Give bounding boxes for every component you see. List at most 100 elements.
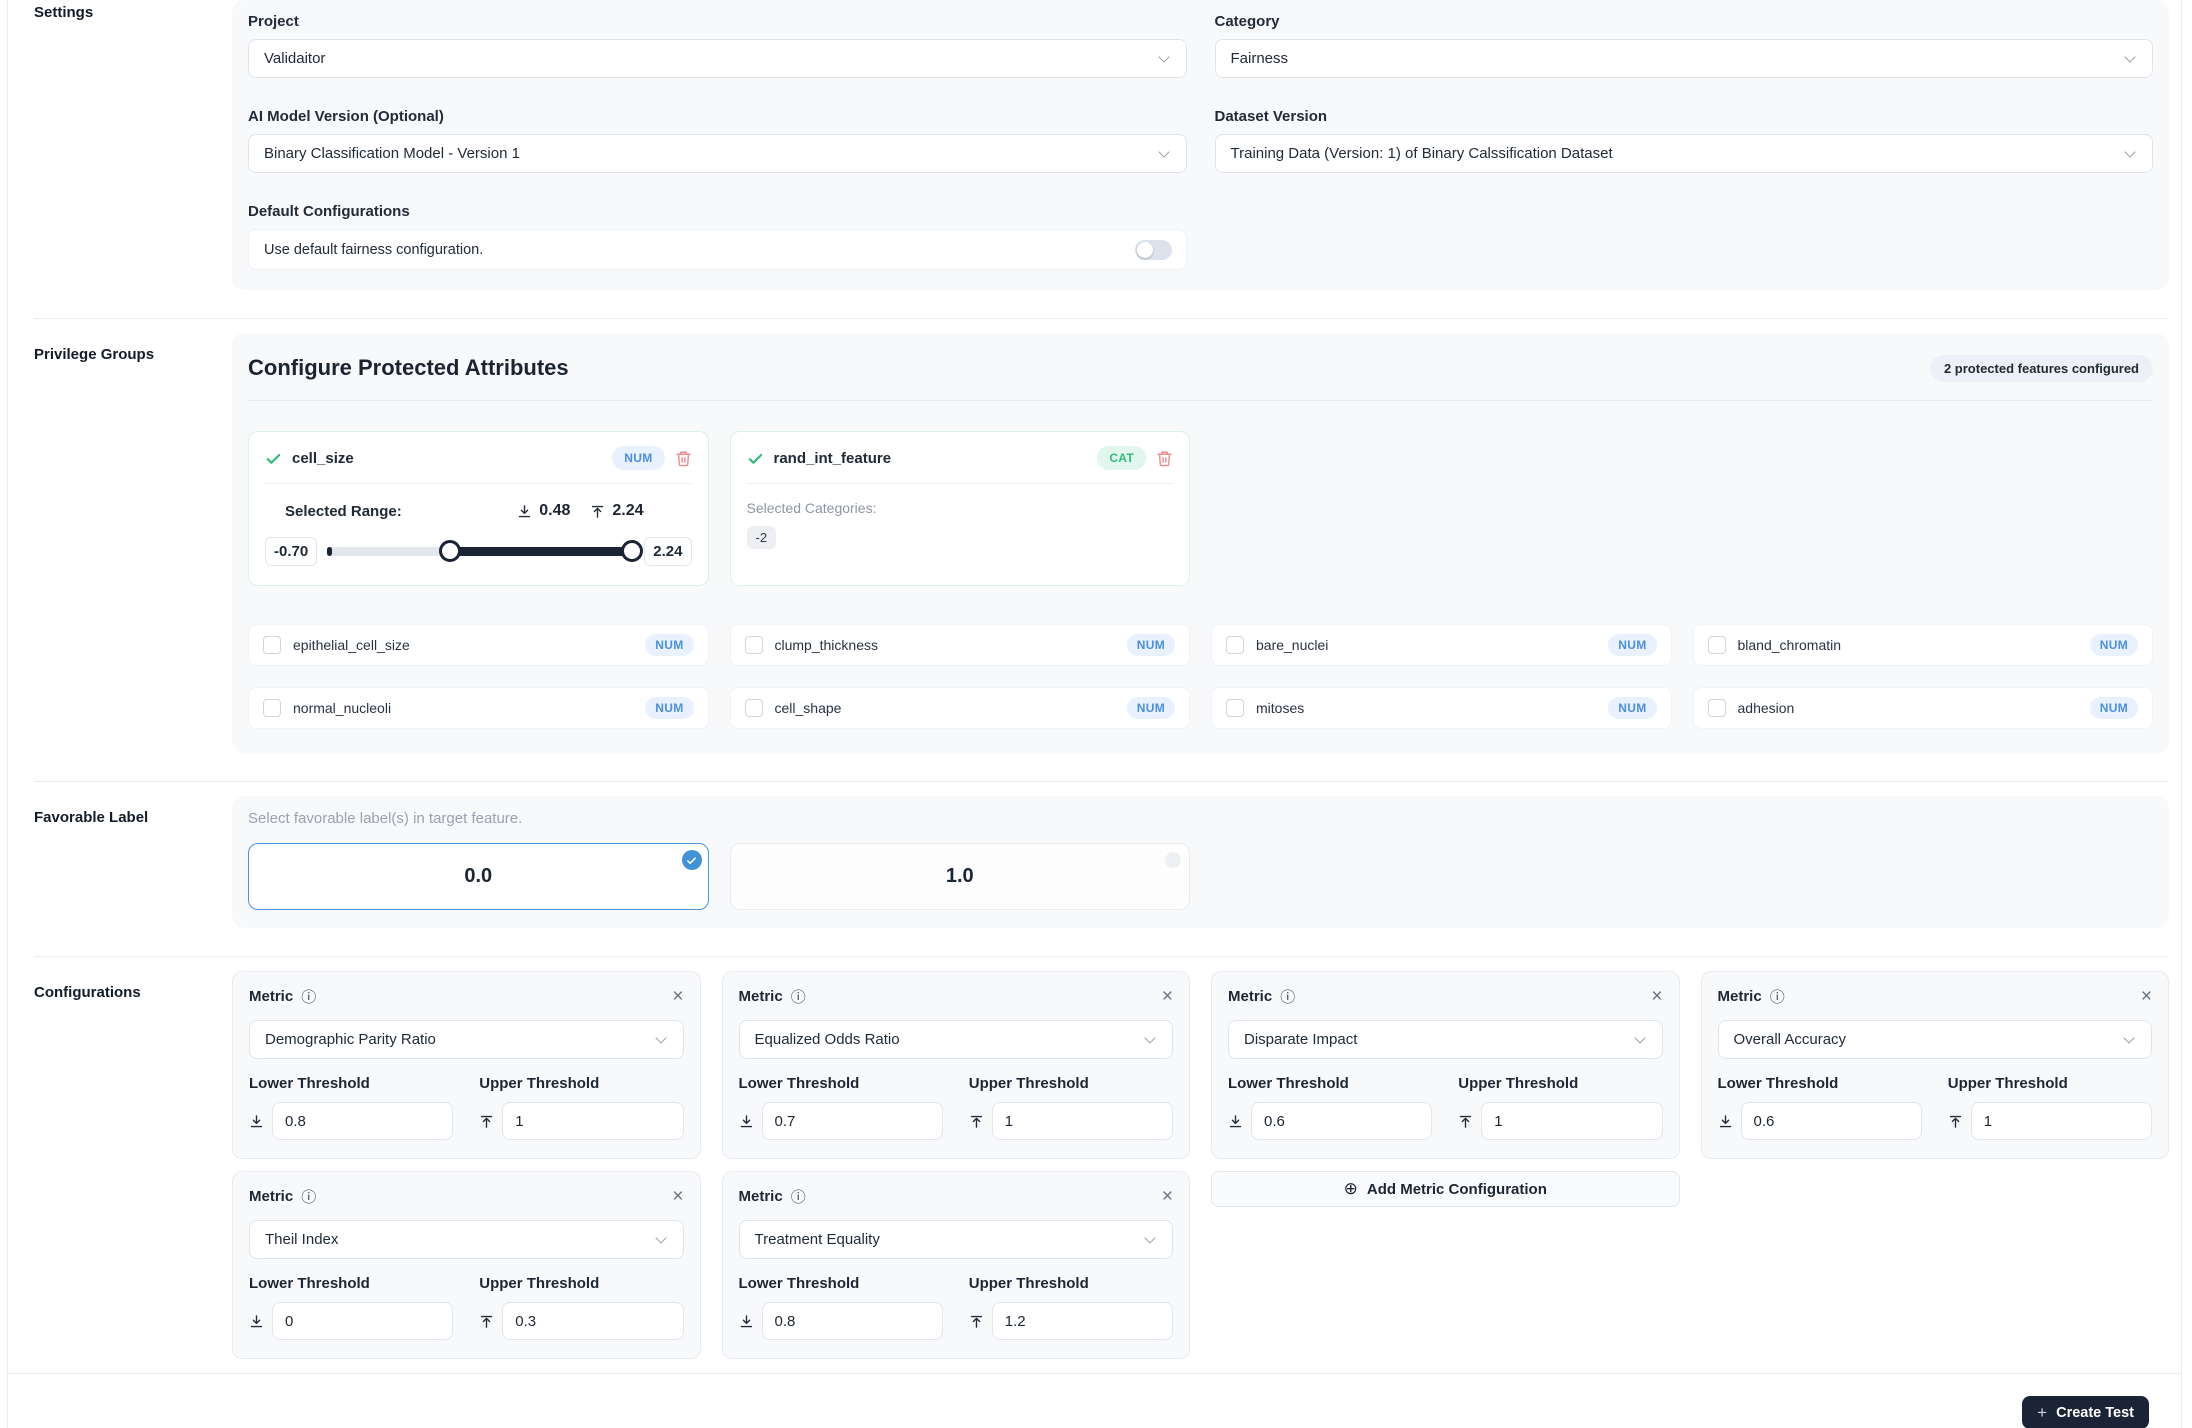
section-divider	[34, 956, 2169, 957]
default-config-toggle[interactable]	[1134, 239, 1172, 260]
upper-threshold-input[interactable]	[1970, 1102, 2152, 1140]
plus-circle-icon: ⊕	[1343, 1179, 1358, 1198]
section-label-favorable-label: Favorable Label	[34, 809, 149, 826]
lower-threshold-label: Lower Threshold	[1717, 1075, 1839, 1092]
remove-metric-button[interactable]: ×	[1651, 987, 1662, 1006]
type-badge-num: NUM	[2089, 697, 2138, 719]
type-badge-num: NUM	[1608, 697, 1657, 719]
metric-select[interactable]: Disparate Impact	[1228, 1020, 1663, 1059]
upper-threshold-input[interactable]	[991, 1302, 1173, 1340]
section-divider	[34, 781, 2169, 782]
upper-threshold-input[interactable]	[991, 1102, 1173, 1140]
section-privilege-groups: Privilege Groups Configure Protected Att…	[8, 333, 2181, 753]
section-divider	[34, 318, 2169, 319]
slider-handle-high[interactable]	[621, 540, 644, 562]
lower-threshold-input[interactable]	[272, 1302, 454, 1340]
checkbox[interactable]	[1707, 636, 1726, 654]
info-icon[interactable]: ⓘ	[791, 1186, 806, 1207]
feature-option-clump-thickness[interactable]: clump_thickness NUM	[729, 624, 1190, 666]
configurations-area: Metric ⓘ × Demographic Parity Ratio Lowe…	[232, 971, 2169, 1359]
plus-icon: +	[2037, 1402, 2048, 1422]
type-badge-num: NUM	[1126, 634, 1175, 656]
metric-card-theil-index: Metric ⓘ × Theil Index Lower Threshold U…	[232, 1171, 701, 1359]
feature-option-bare-nuclei[interactable]: bare_nuclei NUM	[1211, 624, 1672, 666]
info-icon[interactable]: ⓘ	[1770, 986, 1785, 1007]
checkbox[interactable]	[263, 636, 281, 654]
arrow-up-to-line-icon	[592, 505, 604, 518]
favorable-option-0[interactable]: 0.0	[248, 843, 709, 910]
type-badge-cat: CAT	[1097, 446, 1146, 470]
lower-threshold-input[interactable]	[1740, 1102, 1922, 1140]
range-slider[interactable]	[327, 540, 644, 562]
feature-option-normal-nucleoli[interactable]: normal_nucleoli NUM	[248, 687, 709, 729]
upper-threshold-input[interactable]	[1481, 1102, 1663, 1140]
feature-option-adhesion[interactable]: adhesion NUM	[1692, 687, 2153, 729]
category-select-value: Fairness	[1230, 50, 1289, 67]
lower-threshold-label: Lower Threshold	[1228, 1075, 1349, 1092]
add-metric-configuration-button[interactable]: ⊕ Add Metric Configuration	[1211, 1171, 1680, 1207]
upper-threshold-input[interactable]	[502, 1302, 684, 1340]
settings-panel: Project Validaitor Category Fairness AI …	[232, 0, 2169, 290]
checkbox[interactable]	[1226, 699, 1244, 717]
remove-metric-button[interactable]: ×	[1162, 1187, 1173, 1206]
remove-metric-button[interactable]: ×	[672, 1187, 683, 1206]
heading-rule	[248, 400, 2153, 401]
metric-select[interactable]: Treatment Equality	[738, 1220, 1173, 1259]
lower-threshold-label: Lower Threshold	[249, 1275, 370, 1292]
delete-attribute-button[interactable]	[1156, 450, 1173, 467]
feature-option-bland-chromatin[interactable]: bland_chromatin NUM	[1692, 624, 2153, 666]
checkbox[interactable]	[1226, 636, 1244, 654]
default-config-field: Default Configurations Use default fairn…	[248, 203, 1187, 270]
project-select[interactable]: Validaitor	[248, 39, 1187, 78]
metric-select[interactable]: Demographic Parity Ratio	[249, 1020, 684, 1059]
dataset-version-label: Dataset Version	[1214, 108, 1328, 125]
dataset-version-select[interactable]: Training Data (Version: 1) of Binary Cal…	[1214, 134, 2153, 173]
upper-threshold-label: Upper Threshold	[1947, 1075, 2068, 1092]
chevron-down-icon	[1157, 146, 1170, 158]
project-label: Project	[248, 13, 299, 30]
lower-threshold-input[interactable]	[1251, 1102, 1433, 1140]
range-high: 2.24	[590, 502, 644, 520]
remove-metric-button[interactable]: ×	[672, 987, 683, 1006]
type-badge-num: NUM	[612, 446, 665, 470]
checkbox[interactable]	[744, 636, 763, 654]
section-settings: Settings Project Validaitor Category Fai…	[8, 0, 2181, 290]
create-test-button[interactable]: + Create Test	[2022, 1396, 2149, 1428]
lower-threshold-label: Lower Threshold	[249, 1075, 370, 1092]
favorable-option-1[interactable]: 1.0	[729, 843, 1190, 910]
model-version-select[interactable]: Binary Classification Model - Version 1	[248, 134, 1187, 173]
dataset-version-select-value: Training Data (Version: 1) of Binary Cal…	[1230, 145, 1613, 162]
feature-option-epithelial-cell-size[interactable]: epithelial_cell_size NUM	[248, 624, 709, 666]
upper-threshold-label: Upper Threshold	[968, 1275, 1089, 1292]
info-icon[interactable]: ⓘ	[301, 1186, 316, 1207]
info-icon[interactable]: ⓘ	[1280, 986, 1295, 1007]
checkbox[interactable]	[744, 699, 763, 717]
delete-attribute-button[interactable]	[675, 450, 692, 467]
metric-select[interactable]: Theil Index	[249, 1220, 684, 1259]
lower-threshold-input[interactable]	[272, 1102, 454, 1140]
arrow-up-to-line-icon	[1460, 1115, 1472, 1128]
attribute-name: cell_size	[292, 449, 354, 467]
remove-metric-button[interactable]: ×	[2141, 987, 2152, 1006]
feature-option-cell-shape[interactable]: cell_shape NUM	[729, 687, 1190, 729]
lower-threshold-label: Lower Threshold	[738, 1075, 860, 1092]
metric-select[interactable]: Equalized Odds Ratio	[738, 1020, 1173, 1059]
section-favorable-label: Favorable Label Select favorable label(s…	[8, 796, 2181, 928]
lower-threshold-input[interactable]	[761, 1102, 943, 1140]
upper-threshold-label: Upper Threshold	[479, 1075, 600, 1092]
checkbox[interactable]	[263, 699, 281, 717]
slider-handle-low[interactable]	[439, 540, 462, 562]
chevron-down-icon	[654, 1232, 667, 1244]
model-version-field: AI Model Version (Optional) Binary Class…	[248, 108, 1187, 173]
type-badge-num: NUM	[1608, 634, 1657, 656]
remove-metric-button[interactable]: ×	[1162, 987, 1173, 1006]
metric-select[interactable]: Overall Accuracy	[1717, 1020, 2152, 1059]
lower-threshold-input[interactable]	[761, 1302, 943, 1340]
info-icon[interactable]: ⓘ	[301, 986, 316, 1007]
chevron-down-icon	[654, 1032, 667, 1044]
info-icon[interactable]: ⓘ	[791, 986, 806, 1007]
checkbox[interactable]	[1707, 699, 1726, 717]
upper-threshold-input[interactable]	[502, 1102, 684, 1140]
feature-option-mitoses[interactable]: mitoses NUM	[1211, 687, 1672, 729]
category-select[interactable]: Fairness	[1214, 39, 2153, 78]
